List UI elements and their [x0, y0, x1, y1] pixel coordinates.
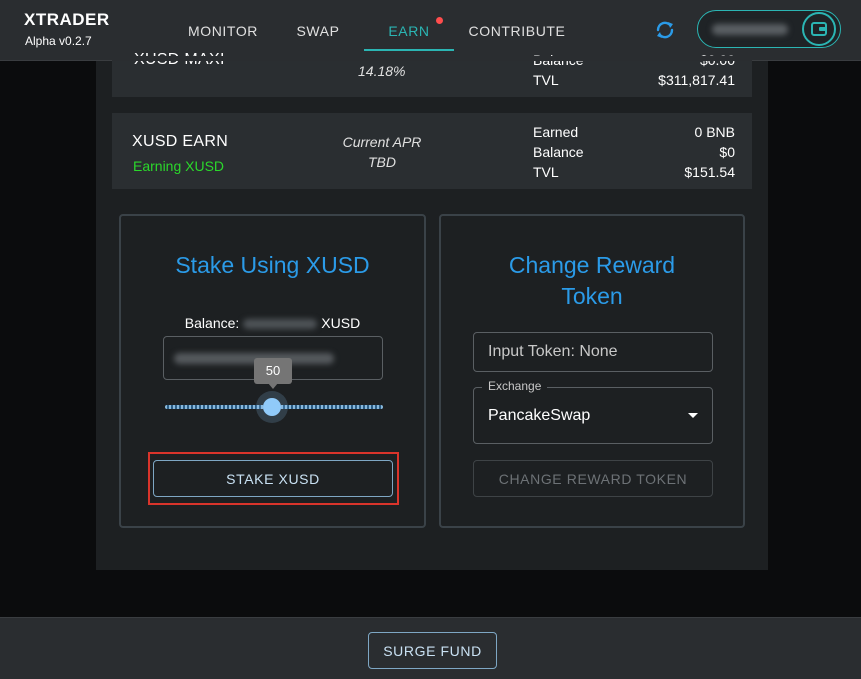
- pool-stat-label: Balance: [533, 144, 584, 160]
- nav-earn[interactable]: EARN: [364, 0, 454, 61]
- surge-fund-button[interactable]: SURGE FUND: [368, 632, 497, 669]
- pool-stat-label: Earned: [533, 124, 579, 140]
- balance-unit: XUSD: [321, 315, 361, 331]
- stake-card-title: Stake Using XUSD: [175, 252, 370, 278]
- pool-stat-label: TVL: [533, 164, 559, 180]
- pool-stat-value: $311,817.41: [658, 72, 735, 88]
- notification-dot: [436, 17, 443, 24]
- pool-apr-label: Current APR: [342, 134, 422, 150]
- pool-stat-value: $0: [719, 144, 735, 160]
- stake-percent-slider-thumb[interactable]: [263, 398, 281, 416]
- pool-stat-value: $151.54: [684, 164, 735, 180]
- pool-apr-value: TBD: [368, 154, 396, 170]
- balance-label: Balance:: [184, 315, 240, 331]
- pool-stat-value: 0 BNB: [694, 124, 735, 140]
- wallet-connect-button[interactable]: [697, 10, 841, 48]
- app-logo[interactable]: XTRADER: [24, 10, 110, 30]
- chevron-down-icon: [688, 413, 698, 418]
- reward-token-input[interactable]: Input Token: None: [473, 332, 713, 372]
- pool-subtitle: Earning XUSD: [133, 158, 225, 174]
- pool-stat-label: TVL: [533, 72, 559, 88]
- balance-amount-redacted: [243, 319, 318, 330]
- app-footer: SURGE FUND: [0, 617, 861, 679]
- reward-card-title-line1: Change Reward: [508, 252, 676, 278]
- reward-card-title-line2: Token: [561, 283, 623, 309]
- pool-apr-value: 14.18%: [358, 63, 406, 79]
- change-reward-card: Change Reward Token Input Token: None Ex…: [439, 214, 745, 528]
- exchange-value: PancakeSwap: [488, 407, 591, 424]
- nav-swap[interactable]: SWAP: [286, 0, 350, 61]
- app-version: Alpha v0.2.7: [25, 34, 92, 48]
- pool-name: XUSD EARN: [132, 133, 229, 150]
- stake-xusd-button[interactable]: STAKE XUSD: [153, 460, 393, 497]
- pool-row-xusd-maxi[interactable]: XUSD MAXI 14.18% Balance $0.00 TVL $311,…: [112, 51, 752, 97]
- refresh-icon[interactable]: [652, 17, 678, 43]
- change-reward-token-button[interactable]: CHANGE REWARD TOKEN: [473, 460, 713, 497]
- nav-active-indicator: [364, 49, 454, 51]
- wallet-icon: [802, 12, 836, 46]
- stake-balance: Balance: XUSD: [121, 315, 424, 331]
- slider-value-tooltip: 50: [254, 358, 292, 389]
- stake-card: Stake Using XUSD Balance: XUSD 50 STAKE X…: [119, 214, 426, 528]
- exchange-select[interactable]: Exchange PancakeSwap: [473, 379, 713, 444]
- exchange-label: Exchange: [482, 379, 548, 393]
- pool-row-xusd-earn[interactable]: XUSD EARN Earning XUSD Current APR TBD E…: [112, 113, 752, 189]
- header-edge: [112, 56, 752, 61]
- wallet-address-redacted: [712, 24, 788, 35]
